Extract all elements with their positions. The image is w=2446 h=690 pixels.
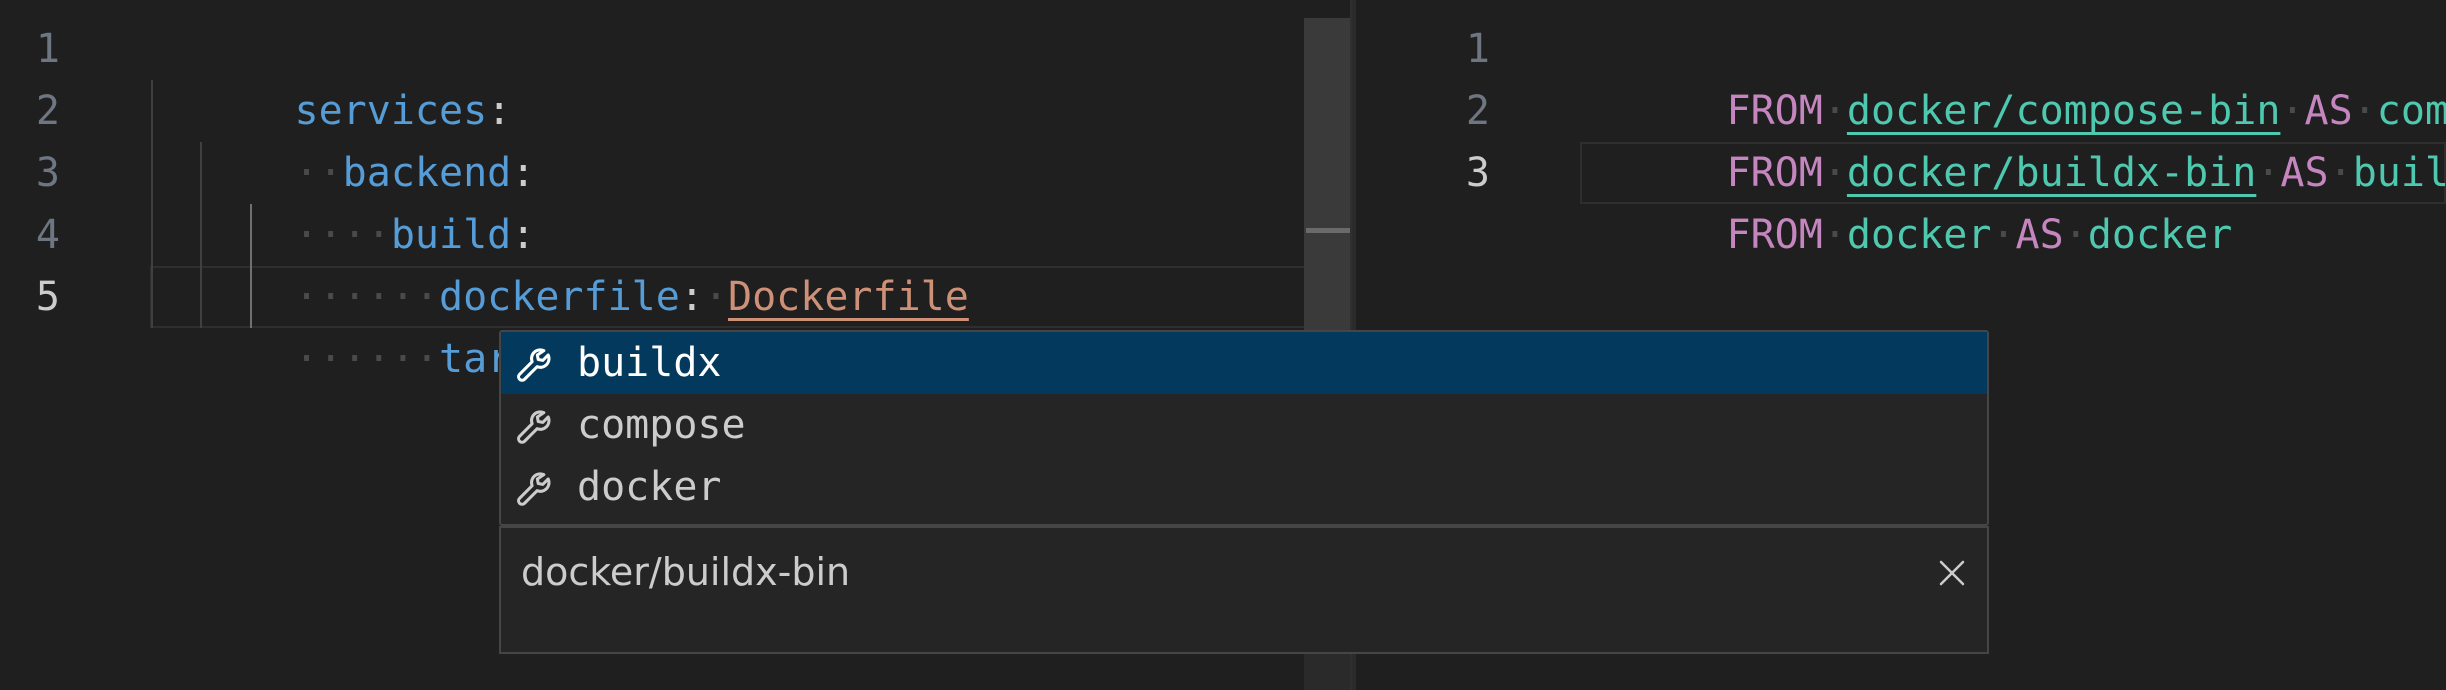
dockerfile-keyword: FROM [1726,212,1823,258]
code-line[interactable]: ··backend: [150,80,536,196]
yaml-value-link[interactable]: Dockerfile [728,274,969,320]
code-line[interactable]: ····build: [150,142,536,258]
dockerfile-keyword: AS [2015,212,2064,258]
scrollbar-cursor-marker [1306,228,1350,233]
wrench-icon [507,332,569,394]
line-number-active: 3 [1465,150,1490,196]
wrench-icon [507,394,569,456]
suggest-item-label: compose [577,402,746,448]
vertical-scrollbar-thumb[interactable] [1304,18,1350,330]
suggest-details-panel: docker/buildx-bin [499,526,1989,654]
code-line[interactable]: FROM·docker/compose-bin·AS·compose [1582,18,2446,134]
line-number: 1 [35,26,60,72]
line-number: 2 [1465,88,1490,134]
close-icon[interactable] [1929,550,1975,596]
whitespace-dots: ······ [294,336,440,382]
dockerfile-keyword: AS [2280,150,2329,196]
suggest-item-label: docker [577,464,722,510]
line-number: 1 [1465,26,1490,72]
code-line[interactable]: services: [150,18,512,134]
whitespace-dots: · [703,274,729,320]
line-number: 2 [35,88,60,134]
whitespace-dots: · [2328,150,2353,196]
image-name: docker [1846,212,1992,258]
code-line[interactable]: FROM·docker/buildx-bin·AS·buildx [1582,80,2446,196]
stage-alias: buildx [2352,150,2446,196]
suggest-item[interactable]: docker [501,456,1987,518]
suggest-item-selected[interactable]: buildx [501,332,1987,394]
code-line-active[interactable]: ······target:· [150,266,632,382]
suggest-detail-text: docker/buildx-bin [521,550,851,594]
whitespace-dots: · [1991,212,2016,258]
suggest-item-label: buildx [577,340,722,386]
editor-workbench: 1 2 3 4 5 services: ··backend: ····build… [0,0,2446,690]
wrench-icon [507,456,569,518]
whitespace-dots: · [2063,212,2088,258]
suggest-widget[interactable]: buildx compose docker [499,330,1989,526]
line-number: 3 [35,150,60,196]
whitespace-dots: · [1822,212,1847,258]
line-number: 4 [35,212,60,258]
whitespace-dots: · [2256,150,2281,196]
suggest-item[interactable]: compose [501,394,1987,456]
code-line-active[interactable]: FROM·docker·AS·docker [1582,142,2233,258]
yaml-colon: : [679,274,704,320]
line-number-active: 5 [35,274,60,320]
code-line[interactable]: ······dockerfile:·Dockerfile [150,204,969,320]
stage-alias: docker [2087,212,2233,258]
